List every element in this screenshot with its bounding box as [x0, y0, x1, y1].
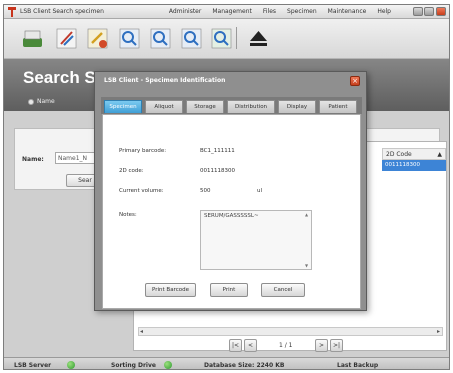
code2d-value: 0011118300	[200, 168, 235, 174]
status-last-backup: Last Backup	[337, 362, 379, 369]
status-sorting-drive: Sorting Drive	[111, 362, 156, 369]
tab-display[interactable]: Display	[278, 100, 316, 113]
app-logo-icon	[8, 7, 16, 17]
volume-unit: ul	[257, 188, 263, 194]
maximize-button[interactable]	[424, 7, 434, 16]
dialog-title: LSB Client - Specimen Identification	[104, 77, 226, 84]
cancel-button[interactable]: Cancel	[261, 283, 305, 297]
dialog-close-button[interactable]: ×	[350, 76, 360, 86]
notes-label: Notes:	[119, 212, 137, 218]
status-ok-icon	[164, 361, 172, 369]
scroll-down-icon[interactable]: ▼	[305, 263, 308, 268]
scroll-left-icon[interactable]: ◂	[140, 328, 143, 335]
tab-storage[interactable]: Storage	[186, 100, 224, 113]
print-button[interactable]: Print	[210, 283, 248, 297]
next-page-button[interactable]: >	[315, 339, 328, 352]
notes-scrollbar[interactable]: ▲ ▼	[305, 212, 310, 268]
table-row-selected[interactable]: 0011118300	[382, 160, 446, 171]
dialog-tab-bar: Specimen Aliquot Storage Distribution Di…	[101, 97, 362, 114]
page-title: Search S	[23, 68, 96, 87]
tab-specimen[interactable]: Specimen	[104, 100, 142, 113]
status-bar: LSB Server Sorting Drive Database Size: …	[4, 357, 449, 369]
tab-aliquot[interactable]: Aliquot	[145, 100, 183, 113]
previous-page-button[interactable]: <	[244, 339, 257, 352]
code2d-label: 2D code:	[119, 168, 144, 174]
primary-barcode-value: BC1_111111	[200, 148, 235, 154]
search-storage-icon[interactable]	[179, 26, 204, 51]
notes-textarea[interactable]: SERUM/GASSSSSL~ ▲ ▼	[200, 210, 312, 270]
current-volume-label: Current volume:	[119, 188, 164, 194]
toolbar	[4, 19, 449, 59]
scroll-up-icon[interactable]: ▲	[305, 212, 308, 217]
menu-item-administer[interactable]: Administer	[169, 8, 201, 15]
tab-distribution[interactable]: Distribution	[227, 100, 275, 113]
eject-icon[interactable]	[246, 26, 271, 51]
minimize-button[interactable]	[413, 7, 423, 16]
menu-item-management[interactable]: Management	[212, 8, 252, 15]
status-database-size: Database Size: 2240 KB	[204, 362, 285, 369]
window-title: LSB Client Search specimen	[20, 8, 104, 15]
status-lsb-server: LSB Server	[14, 362, 52, 369]
tube-rack-icon[interactable]	[54, 26, 79, 51]
menu-item-files[interactable]: Files	[263, 8, 276, 15]
search-aliquot-icon[interactable]	[148, 26, 173, 51]
window-close-button[interactable]	[436, 7, 446, 16]
tab-patient[interactable]: Patient	[319, 100, 357, 113]
notes-text: SERUM/GASSSSSL~	[204, 213, 259, 219]
first-page-button[interactable]: |<	[229, 339, 242, 352]
toolbar-separator	[236, 27, 237, 49]
status-ok-icon	[67, 361, 75, 369]
search-patient-icon[interactable]	[209, 26, 234, 51]
print-barcode-button[interactable]: Print Barcode	[145, 283, 196, 297]
dialog-body: Primary barcode: BC1_111111 2D code: 001…	[102, 114, 361, 309]
menu-item-help[interactable]: Help	[377, 8, 391, 15]
page-indicator: 1 / 1	[279, 342, 293, 349]
specimen-identification-dialog: LSB Client - Specimen Identification × S…	[94, 71, 367, 311]
title-bar: LSB Client Search specimen Administer Ma…	[4, 5, 449, 19]
last-page-button[interactable]: >|	[330, 339, 343, 352]
sort-arrow-icon: ▲	[437, 151, 442, 158]
menu-bar: Administer Management Files Specimen Mai…	[169, 8, 391, 15]
specimen-add-icon[interactable]	[85, 26, 110, 51]
column-header-2d-code[interactable]: 2D Code ▲	[382, 148, 446, 160]
menu-item-specimen[interactable]: Specimen	[287, 8, 317, 15]
name-radio-button[interactable]	[28, 99, 34, 105]
name-radio-label: Name	[37, 98, 55, 105]
horizontal-scrollbar[interactable]: ◂ ▸	[138, 327, 443, 336]
current-volume-value: 500	[200, 188, 211, 194]
search-specimen-icon[interactable]	[117, 26, 142, 51]
menu-item-maintenance[interactable]: Maintenance	[328, 8, 367, 15]
column-header-label: 2D Code	[386, 151, 412, 158]
primary-barcode-label: Primary barcode:	[119, 148, 167, 154]
search-name-label: Name:	[22, 156, 44, 163]
storage-icon[interactable]	[20, 26, 45, 51]
scroll-right-icon[interactable]: ▸	[437, 328, 440, 335]
